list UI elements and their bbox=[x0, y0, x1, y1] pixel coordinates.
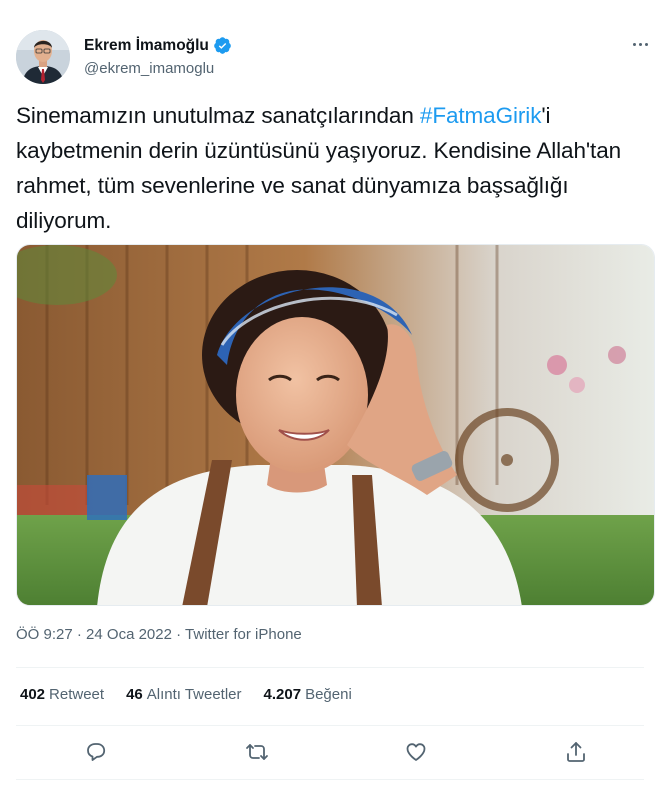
divider-top bbox=[16, 667, 644, 668]
verified-badge-icon[interactable] bbox=[213, 36, 232, 55]
more-options-button[interactable] bbox=[628, 34, 652, 54]
reply-icon[interactable] bbox=[84, 740, 108, 764]
likes-count: 4.207 bbox=[263, 686, 302, 703]
quotes-stat[interactable]: 46 Alıntı Tweetler bbox=[126, 686, 241, 703]
photo-image bbox=[17, 245, 654, 605]
tweet-date[interactable]: 24 Oca 2022 bbox=[86, 626, 172, 643]
tweet-text: Sinemamızın unutulmaz sanatçılarından #F… bbox=[16, 98, 646, 238]
retweet-icon[interactable] bbox=[245, 740, 269, 764]
retweets-count: 402 bbox=[20, 686, 46, 703]
tweet-meta: ÖÖ 9:27 · 24 Oca 2022 · Twitter for iPho… bbox=[16, 626, 302, 643]
likes-label: Beğeni bbox=[305, 686, 352, 703]
quotes-count: 46 bbox=[126, 686, 143, 703]
likes-stat[interactable]: 4.207 Beğeni bbox=[264, 686, 352, 703]
quotes-label: Alıntı Tweetler bbox=[146, 686, 242, 703]
meta-separator: · bbox=[176, 626, 182, 643]
tweet-stats: 402 Retweet 46 Alıntı Tweetler 4.207 Beğeni bbox=[20, 686, 352, 703]
retweets-stat[interactable]: 402 Retweet bbox=[20, 686, 104, 703]
avatar-image bbox=[16, 30, 70, 84]
hashtag-link[interactable]: #FatmaGirik bbox=[420, 103, 542, 128]
heart-icon[interactable] bbox=[404, 740, 428, 764]
tweet-text-before: Sinemamızın unutulmaz sanatçılarından bbox=[16, 103, 420, 128]
tweet-actions bbox=[0, 732, 660, 772]
meta-separator: · bbox=[76, 626, 82, 643]
more-dot bbox=[638, 42, 642, 46]
tweet-time[interactable]: ÖÖ 9:27 bbox=[16, 626, 73, 643]
divider-bottom bbox=[16, 779, 644, 780]
tweet-card: Ekrem İmamoğlu @ekrem_imamoglu Sinemamız… bbox=[0, 0, 660, 795]
retweets-label: Retweet bbox=[49, 686, 105, 703]
author-handle[interactable]: @ekrem_imamoglu bbox=[84, 60, 214, 77]
author-name-row: Ekrem İmamoğlu bbox=[84, 36, 232, 55]
tweet-photo[interactable] bbox=[16, 244, 655, 606]
author-display-name[interactable]: Ekrem İmamoğlu bbox=[84, 37, 209, 55]
tweet-source[interactable]: Twitter for iPhone bbox=[185, 626, 302, 643]
more-horizontal-icon bbox=[632, 42, 636, 46]
share-icon[interactable] bbox=[564, 740, 588, 764]
divider-middle bbox=[16, 725, 644, 726]
author-avatar[interactable] bbox=[16, 30, 70, 84]
more-dot bbox=[644, 42, 648, 46]
